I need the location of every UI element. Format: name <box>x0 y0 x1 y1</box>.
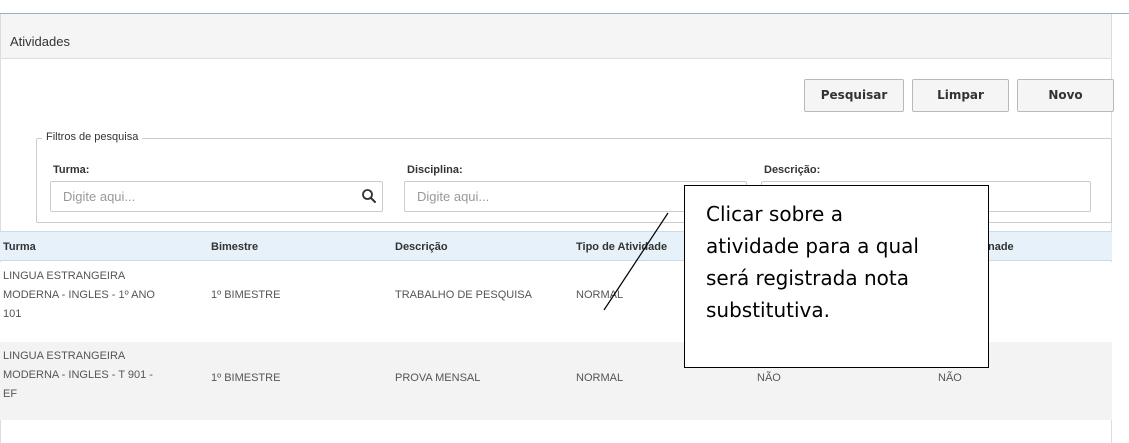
filters-legend: Filtros de pesquisa <box>42 131 143 143</box>
column-header-partial[interactable]: nade <box>988 241 1014 253</box>
callout-text: Clicar sobre a atividade para a qual ser… <box>706 202 919 322</box>
search-button[interactable]: Pesquisar <box>804 79 904 112</box>
column-header-turma[interactable]: Turma <box>3 241 36 253</box>
column-header-descricao[interactable]: Descrição <box>395 241 448 253</box>
cell-tipo: NORMAL <box>576 372 624 384</box>
panel-title: Atividades <box>10 34 70 49</box>
column-header-bimestre[interactable]: Bimestre <box>211 241 258 253</box>
cell-turma: LINGUA ESTRANGEIRA MODERNA - INGLES - T … <box>3 350 153 400</box>
cell-col6: NÃO <box>938 372 962 384</box>
annotation-callout: Clicar sobre a atividade para a qual ser… <box>684 185 989 368</box>
new-button[interactable]: Novo <box>1017 79 1114 112</box>
descricao-label: Descrição: <box>764 164 821 176</box>
search-icon[interactable] <box>361 188 377 204</box>
cell-descricao: TRABALHO DE PESQUISA <box>395 289 532 301</box>
cell-bimestre: 1º BIMESTRE <box>211 289 281 301</box>
cell-descricao: PROVA MENSAL <box>395 372 481 384</box>
column-header-tipo[interactable]: Tipo de Atividade <box>576 241 667 253</box>
turma-input[interactable]: Digite aqui... <box>50 181 383 212</box>
cell-col5: NÃO <box>757 372 781 384</box>
disciplina-label: Disciplina: <box>407 164 463 176</box>
panel-header: Atividades <box>1 14 1111 59</box>
cell-bimestre: 1º BIMESTRE <box>211 372 281 384</box>
cell-turma: LINGUA ESTRANGEIRA MODERNA - INGLES - 1º… <box>3 270 155 320</box>
clear-button[interactable]: Limpar <box>912 79 1009 112</box>
turma-label: Turma: <box>53 164 90 176</box>
cell-tipo: NORMAL <box>576 289 624 301</box>
